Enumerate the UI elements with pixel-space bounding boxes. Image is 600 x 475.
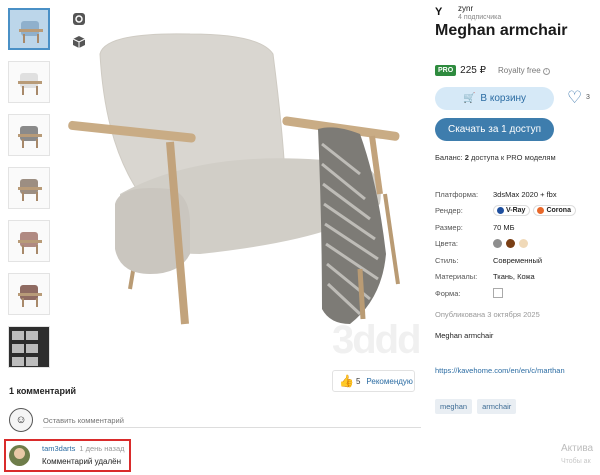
spec-label: Размер:	[435, 222, 463, 232]
os-activation-watermark-sub: Чтобы ак	[561, 458, 591, 465]
spec-label: Цвета:	[435, 239, 458, 248]
heart-icon[interactable]: ♡	[567, 89, 587, 109]
add-to-cart-label: В корзину	[480, 93, 527, 104]
recommend-count: 5	[355, 376, 361, 386]
thumbs-up-icon: 👍	[339, 374, 354, 388]
tag-armchair[interactable]: armchair	[477, 399, 517, 414]
color-swatch-brown[interactable]	[506, 239, 515, 248]
comment-user[interactable]: tam3darts	[42, 444, 75, 453]
spec-platform: Платформа: 3dsMax 2020 + fbx	[435, 186, 595, 202]
comment-input[interactable]	[43, 414, 421, 428]
spec-value: 70 МБ	[493, 222, 515, 232]
author-name[interactable]: zynr	[458, 4, 501, 13]
info-icon[interactable]: i	[542, 68, 550, 75]
source-link[interactable]: https://kavehome.com/en/en/c/marthan	[435, 366, 565, 375]
thumbnail-2[interactable]	[8, 61, 50, 103]
author-block[interactable]: Y zynr 4 подписчика	[435, 4, 501, 22]
license-type: Royalty free i	[498, 66, 550, 75]
balance-info: Баланс: 2 доступа к PRO моделям	[435, 153, 556, 162]
spec-render: Рендер: V-Ray Corona	[435, 203, 595, 219]
thumbnail-5[interactable]	[8, 220, 50, 262]
current-user-avatar: ☺	[9, 408, 33, 432]
comment-time: 1 день назад	[79, 444, 125, 453]
spec-size: Размер: 70 МБ	[435, 219, 595, 235]
spec-label: Стиль:	[435, 255, 459, 265]
chair-thumbnail-image	[18, 124, 42, 148]
tag-meghan[interactable]: meghan	[435, 399, 473, 414]
price: 225 ₽	[460, 65, 486, 76]
spec-label: Рендер:	[435, 206, 463, 215]
renderer-name: V-Ray	[506, 207, 526, 214]
tags: meghan armchair	[435, 399, 521, 414]
color-swatch-beige[interactable]	[519, 239, 528, 248]
spec-label: Форма:	[435, 288, 461, 298]
thumbnail-6[interactable]	[8, 273, 50, 315]
description: Meghan armchair	[435, 331, 494, 340]
chair-thumbnail-image	[19, 19, 43, 43]
corona-icon	[537, 207, 545, 214]
model-image-viewer[interactable]: 3ddd	[60, 0, 425, 362]
balance-prefix: Баланс:	[435, 153, 463, 162]
license-label: Royalty free	[498, 66, 541, 75]
thumbnail-strip	[8, 8, 52, 379]
pro-badge: PRO	[435, 65, 457, 76]
os-activation-watermark: Актива	[561, 443, 594, 454]
likes-count: 3	[586, 94, 590, 101]
thumbnail-7[interactable]	[8, 326, 50, 368]
spec-value[interactable]: Ткань, Кожа	[493, 272, 535, 281]
watermark-logo: 3ddd	[332, 318, 422, 362]
form-checkbox[interactable]	[493, 288, 503, 298]
renderer-name: Corona	[546, 207, 571, 214]
thumbnail-4[interactable]	[8, 167, 50, 209]
chair-thumbnail-image	[18, 71, 42, 95]
recommend-label: Рекомендую	[366, 376, 413, 386]
comments-count: 1 комментарий	[9, 386, 77, 396]
comment-header: tam3darts 1 день назад	[42, 444, 125, 453]
armchair-image	[68, 33, 400, 325]
add-to-cart-button[interactable]: 🛒 В корзину	[435, 87, 554, 110]
price-row: PRO 225 ₽ Royalty free i	[435, 65, 550, 76]
specs-list: Платформа: 3dsMax 2020 + fbx Рендер: V-R…	[435, 186, 595, 302]
thumbnail-1[interactable]	[8, 8, 50, 50]
chair-thumbnail-image	[18, 177, 42, 201]
spec-label: Платформа:	[435, 189, 479, 199]
author-subscribers: 4 подписчика	[458, 14, 502, 21]
balance-suffix: доступа к PRO моделям	[470, 153, 556, 162]
spec-form: Форма:	[435, 285, 595, 301]
color-swatch-gray[interactable]	[493, 239, 502, 248]
published-date: Опубликована 3 октября 2025	[435, 310, 540, 319]
author-logo-icon: Y	[435, 6, 443, 18]
balance-value: 2	[464, 153, 469, 162]
recommend-button[interactable]: 👍 5 Рекомендую	[332, 370, 415, 392]
cart-icon: 🛒	[462, 93, 476, 104]
download-button[interactable]: Скачать за 1 доступ	[435, 118, 554, 141]
thumbnail-3[interactable]	[8, 114, 50, 156]
spec-materials: Материалы: Ткань, Кожа	[435, 269, 595, 285]
commenter-avatar[interactable]	[9, 445, 30, 466]
chair-thumbnail-image	[18, 230, 42, 254]
comment-item: tam3darts 1 день назад Комментарий удалён	[4, 439, 131, 472]
vray-badge[interactable]: V-Ray	[493, 205, 531, 216]
spec-label: Материалы:	[435, 272, 478, 281]
spec-colors: Цвета:	[435, 236, 595, 252]
vray-icon	[497, 207, 504, 214]
spec-style: Стиль: Современный	[435, 252, 595, 268]
chair-thumbnail-image	[18, 283, 42, 307]
spec-value: 3dsMax 2020 + fbx	[493, 189, 557, 199]
comment-text: Комментарий удалён	[42, 457, 121, 466]
spec-value[interactable]: Современный	[493, 256, 542, 265]
corona-badge[interactable]: Corona	[533, 205, 576, 216]
product-title: Meghan armchair	[435, 22, 568, 39]
